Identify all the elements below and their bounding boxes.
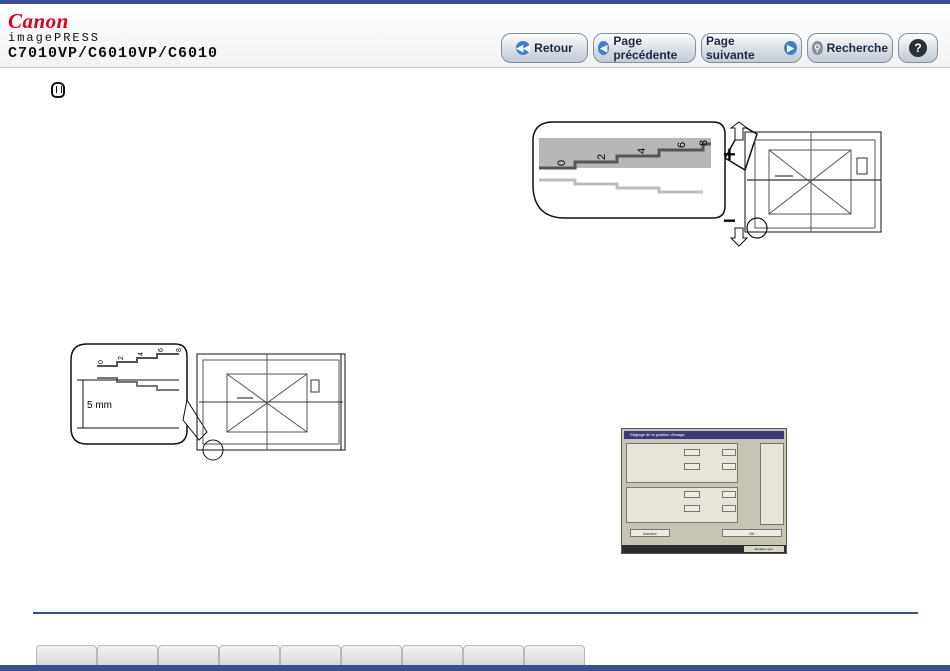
- minus-sign: −: [723, 208, 736, 233]
- scale-number: 4: [636, 148, 648, 154]
- brand-block: Canon imagePRESS C7010VP/C6010VP/C6010: [8, 10, 218, 62]
- figure-top-right: 0 2 4 6 8 + −: [532, 121, 882, 247]
- magnifier-icon: ⚲: [812, 41, 823, 55]
- previous-page-button[interactable]: ◀ Page précédente: [593, 33, 696, 63]
- model-name: C7010VP/C6010VP/C6010: [8, 45, 219, 62]
- back-button[interactable]: ◀◀ Retour: [501, 33, 588, 63]
- footer-divider: [33, 612, 918, 614]
- arrow-right-icon: ▶: [784, 41, 797, 55]
- scale-number: 0: [556, 160, 568, 166]
- scale-number: 4: [138, 352, 145, 356]
- header: Canon imagePRESS C7010VP/C6010VP/C6010 ◀…: [0, 4, 950, 68]
- ok-screen-button[interactable]: OK: [722, 529, 782, 537]
- barcode-mark: [856, 157, 868, 175]
- scale-number: 2: [118, 356, 125, 360]
- arrow-left-icon: ◀: [598, 41, 610, 55]
- screen-title: Réglage de la position d'image: [624, 431, 784, 439]
- bottom-accent-bar: [0, 665, 950, 671]
- sheet-outline: [744, 131, 882, 233]
- value-field[interactable]: [684, 491, 700, 498]
- scale-number: 2: [596, 154, 608, 160]
- next-page-button[interactable]: Page suivante ▶: [701, 33, 802, 63]
- value-field[interactable]: [684, 505, 700, 512]
- control-panel-screen: Réglage de la position d'image Annuler O…: [621, 428, 787, 554]
- measure-label: 5 mm: [87, 400, 112, 411]
- figure-left: 0 2 4 6 8 5 mm: [70, 343, 346, 461]
- search-label: Recherche: [826, 41, 888, 55]
- search-button[interactable]: ⚲ Recherche: [807, 33, 893, 63]
- back-label: Retour: [534, 41, 573, 55]
- scale-number: 8: [176, 348, 183, 352]
- value-field[interactable]: [684, 463, 700, 470]
- magnifier-callout: [70, 343, 188, 445]
- next-label: Page suivante: [706, 34, 755, 62]
- barcode-mark: [310, 379, 320, 393]
- cancel-screen-button[interactable]: Annuler: [630, 529, 670, 537]
- scale-number: 0: [98, 360, 105, 364]
- value-field[interactable]: [722, 505, 736, 512]
- product-name: imagePRESS: [8, 31, 101, 45]
- screen-status-bar: Moniteur syst.: [622, 545, 786, 553]
- scale-number: 6: [158, 348, 165, 352]
- canon-logo: Canon: [8, 9, 69, 33]
- side-options: [760, 443, 784, 525]
- plus-sign: +: [723, 142, 736, 167]
- previous-label: Page précédente: [613, 34, 678, 62]
- question-icon: ?: [909, 39, 927, 57]
- magnifier-callout: [532, 121, 726, 219]
- scale-number: 8: [698, 140, 710, 146]
- caution-hand-icon: [51, 82, 65, 98]
- value-field[interactable]: [684, 449, 700, 456]
- value-field[interactable]: [722, 449, 736, 456]
- help-button[interactable]: ?: [898, 33, 938, 63]
- value-field[interactable]: [722, 463, 736, 470]
- value-field[interactable]: [722, 491, 736, 498]
- rewind-icon: ◀◀: [516, 41, 531, 55]
- scale-number: 6: [676, 142, 688, 148]
- system-monitor-button[interactable]: Moniteur syst.: [744, 546, 784, 552]
